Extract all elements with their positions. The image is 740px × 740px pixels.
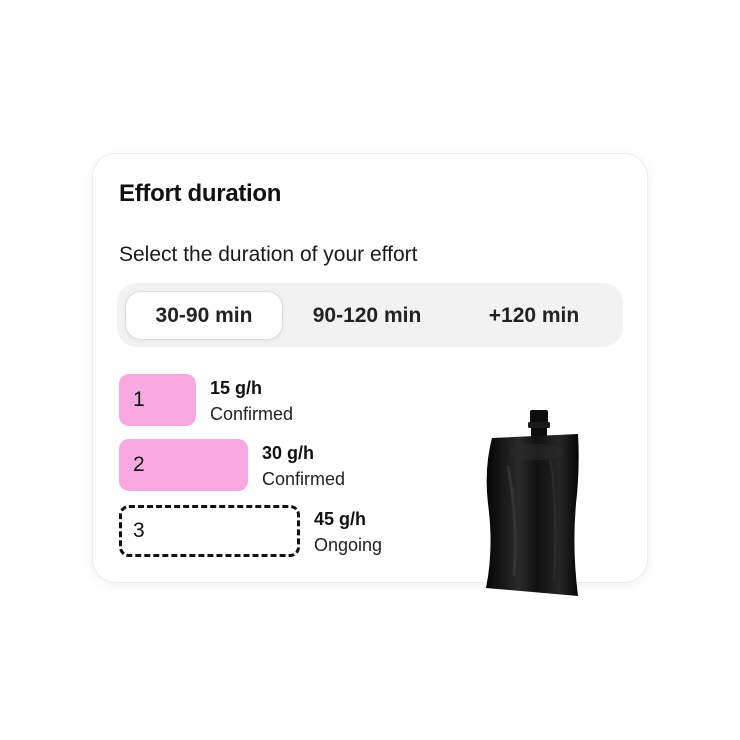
card-subtitle: Select the duration of your effort [119, 243, 418, 266]
duration-selector: 30-90 min 90-120 min +120 min [117, 283, 623, 347]
step-3-status: Ongoing [314, 535, 383, 555]
step-1-status: Confirmed [210, 404, 294, 424]
step-2-box: 2 [119, 439, 248, 491]
step-2-rate: 30 g/h [262, 443, 315, 463]
step-2-status: Confirmed [262, 469, 346, 489]
duration-option-120-plus[interactable]: +120 min [459, 291, 609, 340]
step-1-box: 1 [119, 374, 196, 426]
step-3-rate: 45 g/h [314, 509, 367, 529]
card-title: Effort duration [119, 180, 282, 207]
step-1-rate: 15 g/h [210, 378, 263, 398]
duration-option-90-120[interactable]: 90-120 min [289, 291, 445, 340]
energy-gel-pouch-icon [486, 410, 579, 596]
duration-option-30-90[interactable]: 30-90 min [125, 291, 283, 340]
step-3-box: 3 [119, 505, 300, 557]
